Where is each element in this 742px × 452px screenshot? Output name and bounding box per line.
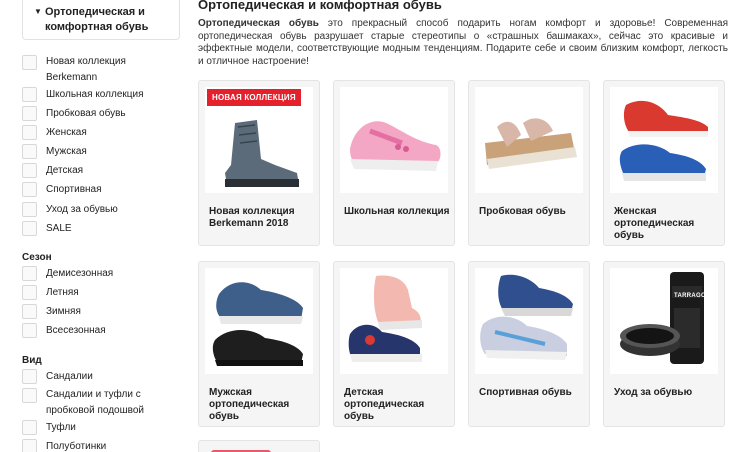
sidebar: ▼ Ортопедическая и комфортная обувь Нова… — [0, 0, 185, 452]
kids-shoes-icon — [348, 275, 422, 362]
pink-shoe-icon — [350, 121, 441, 171]
filter-season-demi[interactable]: Демисезонная — [22, 265, 176, 283]
filter-type-shoes[interactable]: Туфли — [22, 419, 176, 437]
category-card-care[interactable]: TARRAGO Уход за обувью — [603, 261, 725, 427]
filter-sport[interactable]: Спортивная — [22, 181, 176, 199]
filter-label: Уход за обувью — [46, 204, 118, 215]
checkbox[interactable] — [22, 388, 37, 403]
checkbox[interactable] — [22, 55, 37, 70]
category-card-women[interactable]: Женская ортопедическая обувь — [603, 80, 725, 246]
filter-label: Спортивная — [46, 184, 102, 195]
card-image — [475, 268, 583, 374]
filter-label: Пробковая обувь — [46, 108, 126, 119]
filter-label: Сандалии и туфли с пробковой подошвой — [46, 389, 144, 416]
filter-label: Мужская — [46, 146, 87, 157]
filter-label: Детская — [46, 165, 84, 176]
chevron-down-icon: ▼ — [34, 7, 42, 16]
card-title: Пробковая обувь — [479, 206, 566, 217]
filter-label: Сандалии — [46, 371, 93, 382]
new-collection-badge: НОВАЯ КОЛЛЕКЦИЯ — [207, 89, 301, 106]
filter-care[interactable]: Уход за обувью — [22, 201, 176, 219]
filter-type-cork-sandals[interactable]: Сандалии и туфли с пробковой подошвой — [22, 387, 158, 419]
checkbox[interactable] — [22, 163, 37, 178]
care-brand-label: TARRAGO — [674, 293, 706, 299]
category-card-cork[interactable]: Пробковая обувь — [468, 80, 590, 246]
card-image — [475, 87, 583, 193]
filter-season-summer[interactable]: Летняя — [22, 284, 176, 302]
checkbox[interactable] — [22, 221, 37, 236]
checkbox[interactable] — [22, 202, 37, 217]
filter-season-all[interactable]: Всесезонная — [22, 322, 176, 340]
filter-label: Летняя — [46, 287, 79, 298]
shoe-care-icon — [620, 272, 704, 364]
card-image — [340, 87, 448, 193]
card-title: Женская ортопедическая обувь — [614, 206, 695, 241]
filter-men[interactable]: Мужская — [22, 143, 176, 161]
filter-label: Зимняя — [46, 306, 81, 317]
checkbox[interactable] — [22, 266, 37, 281]
filter-label: Школьная коллекция — [46, 89, 144, 100]
checkbox[interactable] — [22, 304, 37, 319]
category-card-new-collection[interactable]: НОВАЯ КОЛЛЕКЦИЯ Новая коллекция Berkeman… — [198, 80, 320, 246]
card-title: Спортивная обувь — [479, 387, 572, 398]
filter-label: Новая коллекция Berkemann — [46, 56, 126, 83]
checkbox[interactable] — [22, 369, 37, 384]
category-card-school[interactable]: Школьная коллекция — [333, 80, 455, 246]
women-shoes-icon — [619, 100, 708, 181]
checkbox[interactable] — [22, 285, 37, 300]
filter-kids[interactable]: Детская — [22, 162, 176, 180]
filter-type-sandals[interactable]: Сандалии — [22, 368, 176, 386]
filter-new-collection[interactable]: Новая коллекция Berkemann — [22, 54, 146, 86]
filter-label: Полуботинки — [46, 441, 107, 452]
card-image — [610, 87, 718, 193]
men-shoes-icon — [212, 282, 303, 366]
checkbox[interactable] — [22, 323, 37, 338]
filter-label: Демисезонная — [46, 268, 114, 279]
category-card-sport[interactable]: Спортивная обувь — [468, 261, 590, 427]
season-title: Сезон — [22, 252, 52, 263]
category-card-partial[interactable] — [198, 440, 320, 452]
card-title: Школьная коллекция — [344, 206, 450, 217]
filter-women[interactable]: Женская — [22, 124, 176, 142]
filter-type-low-shoes[interactable]: Полуботинки — [22, 438, 176, 452]
category-label: Ортопедическая и комфортная обувь — [45, 6, 149, 33]
card-image — [205, 268, 313, 374]
card-image: TARRAGO — [610, 268, 718, 374]
sneakers-icon — [480, 274, 573, 360]
checkbox[interactable] — [22, 144, 37, 159]
card-title: Уход за обувью — [614, 387, 693, 398]
checkbox[interactable] — [22, 106, 37, 121]
category-dropdown[interactable]: ▼ Ортопедическая и комфортная обувь — [22, 0, 180, 40]
filter-label: Женская — [46, 127, 87, 138]
checkbox[interactable] — [22, 182, 37, 197]
intro-bold: Ортопедическая обувь — [198, 18, 319, 29]
checkbox[interactable] — [22, 420, 37, 435]
card-title: Детская ортопедическая обувь — [344, 387, 425, 422]
card-title: Новая коллекция Berkemann 2018 — [209, 206, 295, 229]
filter-label: Всесезонная — [46, 325, 106, 336]
filter-cork[interactable]: Пробковая обувь — [22, 105, 176, 123]
filter-season-winter[interactable]: Зимняя — [22, 303, 176, 321]
filter-sale[interactable]: SALE — [22, 220, 176, 238]
sandal-icon — [485, 118, 577, 169]
type-title: Вид — [22, 355, 42, 366]
page-title: Ортопедическая и комфортная обувь — [198, 0, 442, 12]
filter-label: Туфли — [46, 422, 76, 433]
filter-school[interactable]: Школьная коллекция — [22, 86, 176, 104]
intro-text: Ортопедическая обувь это прекрасный спос… — [198, 18, 728, 68]
filter-label: SALE — [46, 223, 72, 234]
category-card-kids[interactable]: Детская ортопедическая обувь — [333, 261, 455, 427]
card-image — [340, 268, 448, 374]
checkbox[interactable] — [22, 87, 37, 102]
category-card-men[interactable]: Мужская ортопедическая обувь — [198, 261, 320, 427]
card-title: Мужская ортопедическая обувь — [209, 387, 290, 422]
checkbox[interactable] — [22, 439, 37, 452]
checkbox[interactable] — [22, 125, 37, 140]
card-image: НОВАЯ КОЛЛЕКЦИЯ — [205, 87, 313, 193]
